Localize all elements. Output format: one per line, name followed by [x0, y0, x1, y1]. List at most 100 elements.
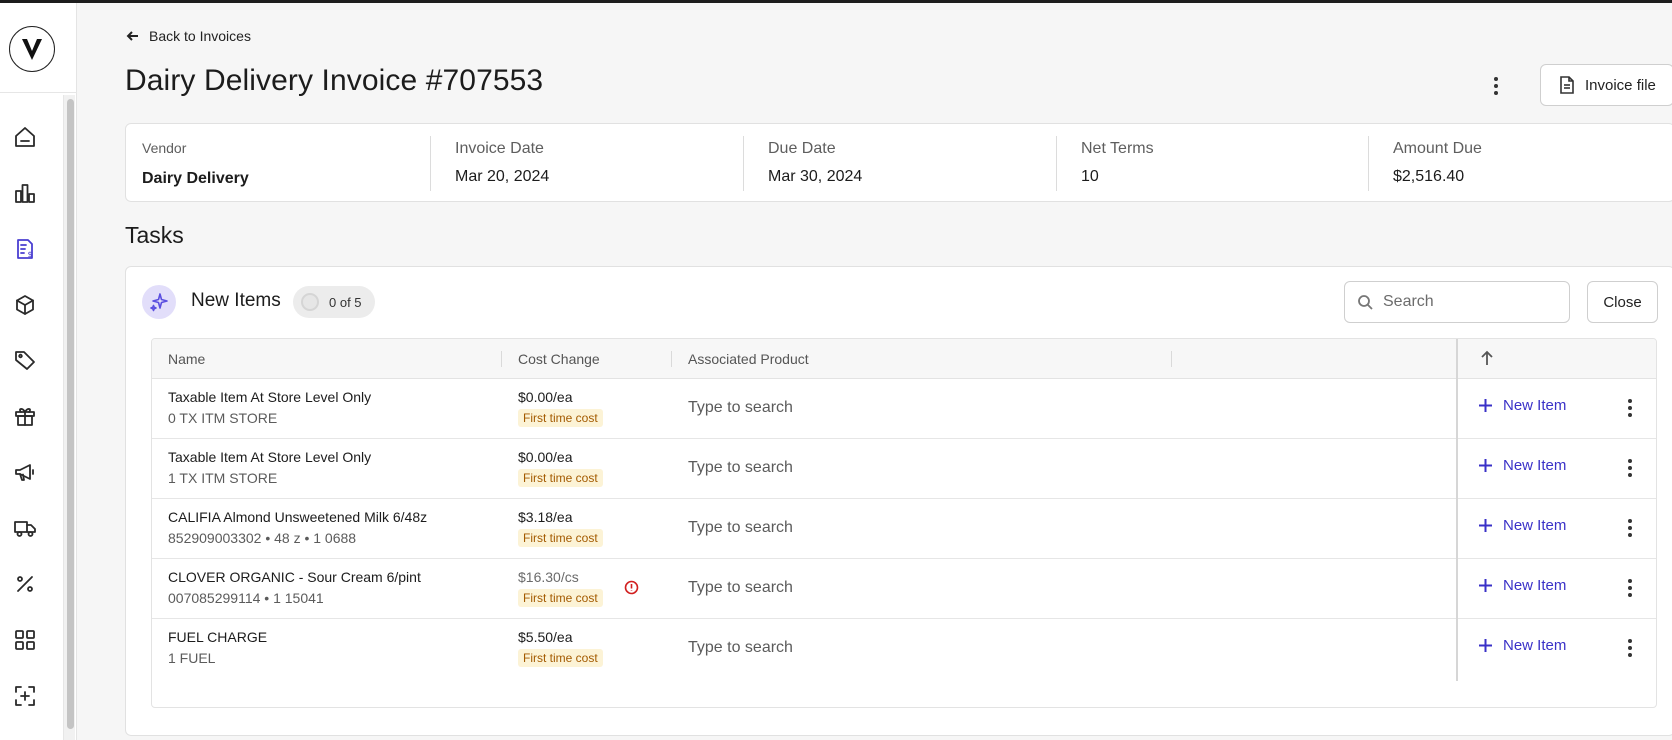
- cost-value: $0.00/ea: [518, 449, 573, 465]
- item-details: 007085299114 • 1 15041: [168, 590, 324, 606]
- divider: [743, 136, 744, 191]
- new-item-button[interactable]: New Item: [1478, 517, 1566, 534]
- row-more-options-button[interactable]: [1620, 575, 1640, 601]
- associated-product-input[interactable]: Type to search: [688, 639, 793, 657]
- logo-area: [0, 3, 77, 93]
- percent-icon[interactable]: [11, 570, 39, 598]
- warning-info-icon[interactable]: [624, 580, 639, 595]
- new-items-table: Name Cost Change Associated Product Taxa…: [151, 338, 1657, 708]
- grid-icon[interactable]: [11, 626, 39, 654]
- invoice-summary-card: Vendor Dairy Delivery Invoice Date Mar 2…: [125, 123, 1672, 202]
- invoice-date-label: Invoice Date: [455, 140, 544, 157]
- new-item-label: New Item: [1503, 457, 1567, 474]
- new-item-label: New Item: [1503, 517, 1567, 534]
- invoice-icon[interactable]: $: [11, 235, 39, 263]
- first-time-cost-badge: First time cost: [518, 469, 603, 487]
- back-label: Back to Invoices: [149, 28, 251, 44]
- search-input[interactable]: [1383, 293, 1553, 311]
- column-header-associated-product[interactable]: Associated Product: [688, 351, 809, 367]
- close-button[interactable]: Close: [1587, 281, 1658, 323]
- amount-due-value: $2,516.40: [1393, 168, 1465, 185]
- new-item-label: New Item: [1503, 637, 1567, 654]
- sort-arrow-up-icon[interactable]: [1479, 349, 1497, 369]
- table-row[interactable]: Taxable Item At Store Level Only 1 TX IT…: [152, 439, 1656, 499]
- sparkle-icon: [142, 285, 176, 319]
- task-heading: New Items: [191, 290, 281, 311]
- new-item-button[interactable]: New Item: [1478, 637, 1566, 654]
- back-to-invoices-link[interactable]: Back to Invoices: [126, 28, 251, 44]
- associated-product-input[interactable]: Type to search: [688, 399, 793, 417]
- chart-bar-icon[interactable]: [11, 179, 39, 207]
- progress-ring-icon: [301, 293, 319, 311]
- scan-icon[interactable]: [11, 682, 39, 710]
- table-row[interactable]: CLOVER ORGANIC - Sour Cream 6/pint 00708…: [152, 559, 1656, 619]
- svg-text:$: $: [28, 250, 33, 259]
- associated-product-input[interactable]: Type to search: [688, 519, 793, 537]
- row-more-options-button[interactable]: [1620, 395, 1640, 421]
- item-name: Taxable Item At Store Level Only: [168, 449, 372, 465]
- due-date-label: Due Date: [768, 140, 836, 157]
- search-field[interactable]: [1344, 281, 1570, 323]
- table-row[interactable]: CALIFIA Almond Unsweetened Milk 6/48z 85…: [152, 499, 1656, 559]
- megaphone-icon[interactable]: [11, 458, 39, 486]
- logo[interactable]: [9, 26, 55, 72]
- page-title: Dairy Delivery Invoice #707553: [125, 64, 544, 97]
- tag-icon[interactable]: [11, 346, 39, 374]
- cost-value: $0.00/ea: [518, 389, 573, 405]
- document-icon: [1560, 76, 1574, 94]
- vendor-value: Dairy Delivery: [142, 170, 249, 187]
- associated-product-input[interactable]: Type to search: [688, 459, 793, 477]
- net-terms-label: Net Terms: [1081, 140, 1154, 157]
- scrollbar-thumb[interactable]: [67, 99, 74, 729]
- new-item-label: New Item: [1503, 577, 1567, 594]
- vendor-label: Vendor: [142, 140, 187, 156]
- cost-value: $3.18/ea: [518, 509, 573, 525]
- box-icon[interactable]: [11, 291, 39, 319]
- column-header-cost-change[interactable]: Cost Change: [518, 351, 600, 367]
- more-options-button[interactable]: [1484, 72, 1508, 100]
- plus-icon: [1479, 519, 1492, 532]
- new-item-button[interactable]: New Item: [1478, 457, 1566, 474]
- first-time-cost-badge: First time cost: [518, 589, 603, 607]
- new-item-button[interactable]: New Item: [1478, 577, 1566, 594]
- truck-icon[interactable]: [11, 514, 39, 542]
- column-resize-handle[interactable]: [501, 351, 502, 367]
- column-resize-handle[interactable]: [1171, 351, 1172, 367]
- new-item-button[interactable]: New Item: [1478, 397, 1566, 414]
- item-name: FUEL CHARGE: [168, 629, 268, 645]
- column-resize-handle[interactable]: [671, 351, 672, 367]
- item-name: CLOVER ORGANIC - Sour Cream 6/pint: [168, 569, 421, 585]
- row-more-options-button[interactable]: [1620, 455, 1640, 481]
- first-time-cost-badge: First time cost: [518, 529, 603, 547]
- row-more-options-button[interactable]: [1620, 635, 1640, 661]
- item-details: 0 TX ITM STORE: [168, 410, 278, 426]
- gift-icon[interactable]: [11, 402, 39, 430]
- table-row[interactable]: Taxable Item At Store Level Only 0 TX IT…: [152, 379, 1656, 439]
- pinned-column-divider: [1456, 339, 1458, 681]
- top-bar: [0, 0, 1672, 3]
- item-details: 852909003302 • 48 z • 1 0688: [168, 530, 357, 546]
- first-time-cost-badge: First time cost: [518, 409, 603, 427]
- kebab-dot: [1494, 91, 1498, 95]
- kebab-dot: [1494, 84, 1498, 88]
- logo-v-icon: [22, 39, 42, 60]
- plus-icon: [1479, 639, 1492, 652]
- new-item-label: New Item: [1503, 397, 1567, 414]
- progress-text: 0 of 5: [329, 294, 362, 310]
- cost-value: $5.50/ea: [518, 629, 573, 645]
- due-date-value: Mar 30, 2024: [768, 168, 863, 185]
- sidebar: $: [0, 3, 77, 740]
- task-progress-badge: 0 of 5: [293, 286, 375, 318]
- item-name: Taxable Item At Store Level Only: [168, 389, 372, 405]
- table-row[interactable]: FUEL CHARGE 1 FUEL $5.50/ea First time c…: [152, 619, 1656, 679]
- first-time-cost-badge: First time cost: [518, 649, 603, 667]
- sidebar-scrollbar[interactable]: [63, 95, 75, 740]
- new-items-task-card: New Items 0 of 5 Close Name Cost Change …: [125, 266, 1672, 736]
- divider: [430, 136, 431, 191]
- search-icon: [1358, 295, 1373, 310]
- home-icon[interactable]: [11, 123, 39, 151]
- associated-product-input[interactable]: Type to search: [688, 579, 793, 597]
- invoice-file-button[interactable]: Invoice file: [1540, 64, 1672, 106]
- row-more-options-button[interactable]: [1620, 515, 1640, 541]
- column-header-name[interactable]: Name: [168, 351, 205, 367]
